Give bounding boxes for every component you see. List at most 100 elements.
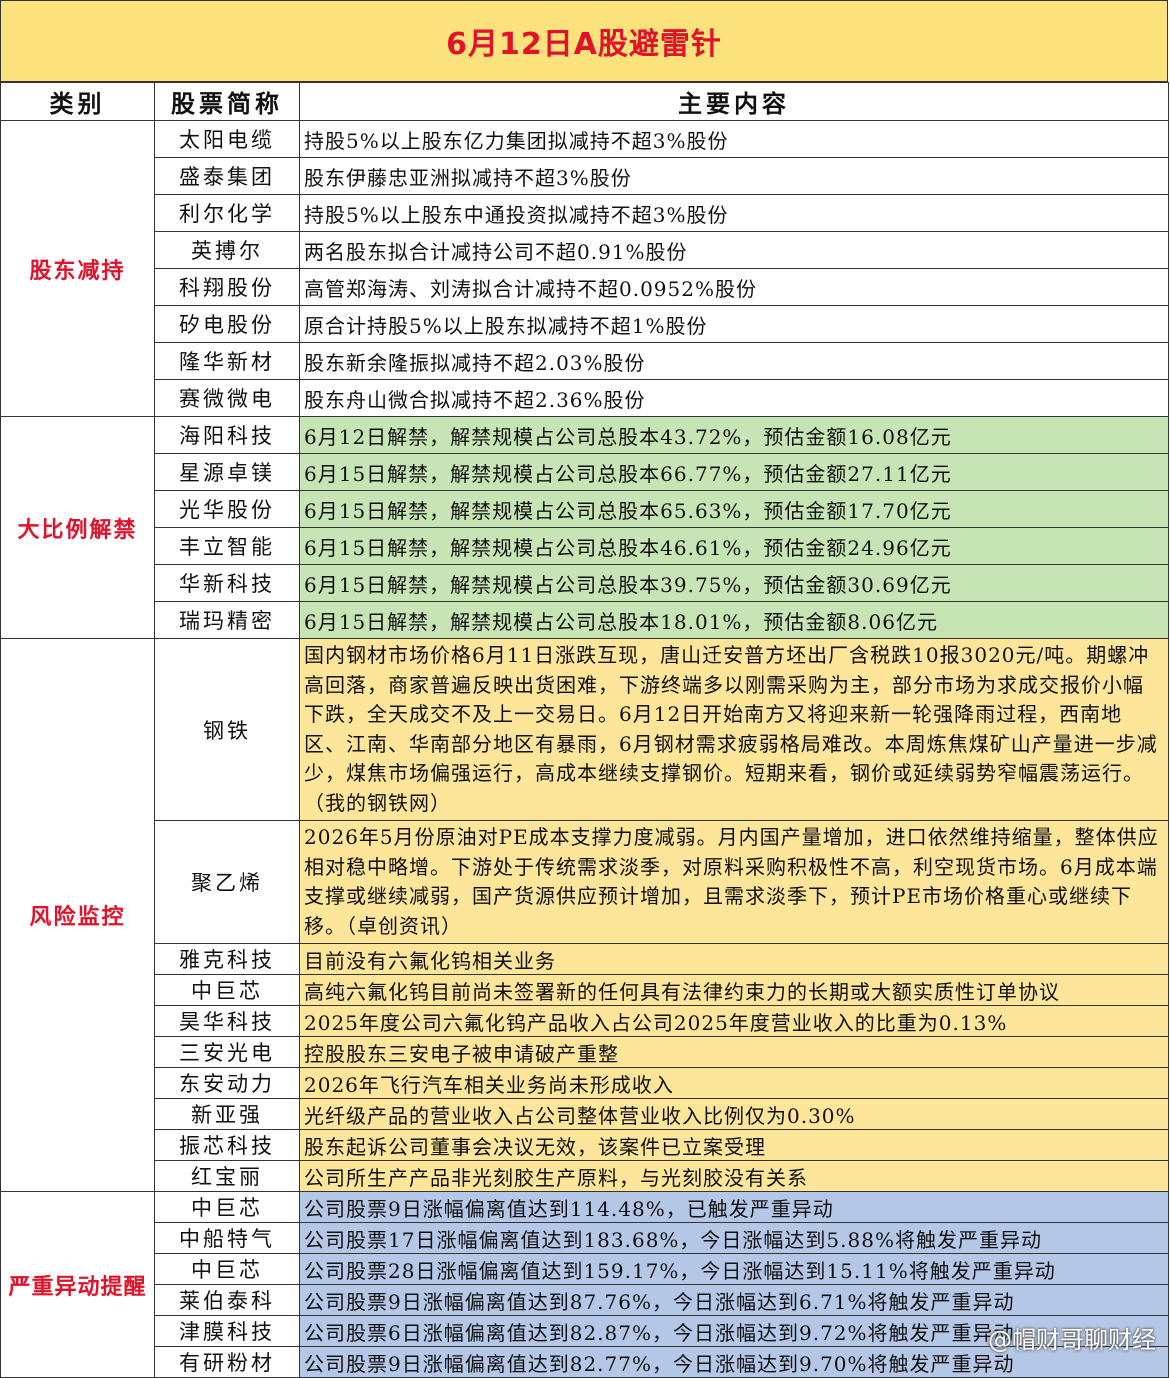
table-row: 矽电股份 原合计持股5%以上股东拟减持不超1%股份 bbox=[1, 305, 1169, 343]
content-cell: 股东新余隆振拟减持不超2.03%股份 bbox=[299, 342, 1169, 380]
content-cell: 股东舟山微合拟减持不超2.36%股份 bbox=[299, 379, 1169, 417]
group-shareholder-reduction: 股东减持 太阳电缆 持股5%以上股东亿力集团拟减持不超3%股份 盛泰集团 股东伊… bbox=[0, 120, 1169, 417]
category-cell: 大比例解禁 bbox=[0, 416, 155, 639]
content-cell: 6月15日解禁，解禁规模占公司总股本66.77%，预估金额27.11亿元 bbox=[299, 453, 1169, 491]
content-cell: 光纤级产品的营业收入占公司整体营业收入比例仅为0.30% bbox=[299, 1098, 1169, 1130]
stock-name: 英搏尔 bbox=[154, 231, 300, 269]
stock-name: 中巨芯 bbox=[154, 974, 300, 1006]
content-cell: 2026年5月份原油对PE成本支撑力度减弱。月内国产量增加，进口依然维持缩量，整… bbox=[299, 820, 1169, 944]
table-row: 盛泰集团 股东伊藤忠亚洲拟减持不超3%股份 bbox=[1, 157, 1169, 195]
category-cell: 严重异动提醒 bbox=[0, 1191, 155, 1378]
stock-name: 科翔股份 bbox=[154, 268, 300, 306]
table-row: 英搏尔 两名股东拟合计减持公司不超0.91%股份 bbox=[1, 231, 1169, 269]
stock-name: 雅克科技 bbox=[154, 943, 300, 975]
table-row: 莱伯泰科 公司股票9日涨幅偏离值达到87.76%，今日涨幅达到6.71%将触发严… bbox=[1, 1284, 1169, 1316]
stock-name: 丰立智能 bbox=[154, 527, 300, 565]
table-row: 股东减持 太阳电缆 持股5%以上股东亿力集团拟减持不超3%股份 bbox=[0, 120, 1169, 417]
stock-name: 海阳科技 bbox=[154, 416, 300, 454]
content-cell: 高纯六氟化钨目前尚未签署新的任何具有法律约束力的长期或大额实质性订单协议 bbox=[299, 974, 1169, 1006]
header-stock: 股票简称 bbox=[154, 82, 300, 121]
page-title: 6月12日A股避雷针 bbox=[446, 27, 722, 62]
table-row: 赛微微电 股东舟山微合拟减持不超2.36%股份 bbox=[1, 379, 1169, 417]
category-cell: 风险监控 bbox=[0, 638, 155, 1192]
table-row: 中巨芯 高纯六氟化钨目前尚未签署新的任何具有法律约束力的长期或大额实质性订单协议 bbox=[1, 974, 1169, 1006]
table-row: 三安光电 控股股东三安电子被申请破产重整 bbox=[1, 1036, 1169, 1068]
stock-name: 盛泰集团 bbox=[154, 157, 300, 195]
table-row: 丰立智能 6月15日解禁，解禁规模占公司总股本46.61%，预估金额24.96亿… bbox=[1, 527, 1169, 565]
table-row: 中船特气 公司股票17日涨幅偏离值达到183.68%，今日涨幅达到5.88%将触… bbox=[1, 1222, 1169, 1254]
stock-name: 赛微微电 bbox=[154, 379, 300, 417]
table-row: 光华股份 6月15日解禁，解禁规模占公司总股本65.63%，预估金额17.70亿… bbox=[1, 490, 1169, 528]
stock-name: 东安动力 bbox=[154, 1067, 300, 1099]
table-row: 聚乙烯 2026年5月份原油对PE成本支撑力度减弱。月内国产量增加，进口依然维持… bbox=[1, 820, 1169, 944]
content-cell: 6月12日解禁，解禁规模占公司总股本43.72%，预估金额16.08亿元 bbox=[299, 416, 1169, 454]
header-category: 类别 bbox=[0, 82, 155, 121]
content-cell: 6月15日解禁，解禁规模占公司总股本39.75%，预估金额30.69亿元 bbox=[299, 564, 1169, 602]
table-row: 科翔股份 高管郑海涛、刘涛拟合计减持不超0.0952%股份 bbox=[1, 268, 1169, 306]
category-cell: 股东减持 bbox=[0, 120, 155, 417]
header-row: 类别 股票简称 主要内容 bbox=[0, 82, 1169, 121]
stock-name: 中巨芯 bbox=[154, 1191, 300, 1223]
content-cell: 2026年飞行汽车相关业务尚未形成收入 bbox=[299, 1067, 1169, 1099]
content-cell: 高管郑海涛、刘涛拟合计减持不超0.0952%股份 bbox=[299, 268, 1169, 306]
stock-name: 津膜科技 bbox=[154, 1315, 300, 1347]
table-row: 严重异动提醒 中巨芯 公司股票9日涨幅偏离值达到114.48%，已触发严重异动 bbox=[0, 1191, 1169, 1378]
content-cell: 公司所生产产品非光刻胶生产原料，与光刻胶没有关系 bbox=[299, 1160, 1169, 1192]
stock-name: 新亚强 bbox=[154, 1098, 300, 1130]
content-cell: 2025年度公司六氟化钨产品收入占公司2025年度营业收入的比重为0.13% bbox=[299, 1005, 1169, 1037]
stock-name: 有研粉材 bbox=[154, 1346, 300, 1378]
table-row: 风险监控 钢铁 国内钢材市场价格6月11日涨跌互现，唐山迁安普方坯出厂含税跌10… bbox=[0, 638, 1169, 1192]
content-cell: 6月15日解禁，解禁规模占公司总股本65.63%，预估金额17.70亿元 bbox=[299, 490, 1169, 528]
stock-name: 三安光电 bbox=[154, 1036, 300, 1068]
content-cell: 国内钢材市场价格6月11日涨跌互现，唐山迁安普方坯出厂含税跌10报3020元/吨… bbox=[299, 638, 1169, 821]
stock-name: 隆华新材 bbox=[154, 342, 300, 380]
table-row: 星源卓镁 6月15日解禁，解禁规模占公司总股本66.77%，预估金额27.11亿… bbox=[1, 453, 1169, 491]
stock-name: 振芯科技 bbox=[154, 1129, 300, 1161]
content-cell: 6月15日解禁，解禁规模占公司总股本18.01%，预估金额8.06亿元 bbox=[299, 601, 1169, 639]
header-content: 主要内容 bbox=[299, 82, 1169, 121]
table-row: 新亚强 光纤级产品的营业收入占公司整体营业收入比例仅为0.30% bbox=[1, 1098, 1169, 1130]
stock-name: 矽电股份 bbox=[154, 305, 300, 343]
content-cell: 原合计持股5%以上股东拟减持不超1%股份 bbox=[299, 305, 1169, 343]
stock-name: 中巨芯 bbox=[154, 1253, 300, 1285]
stock-name: 星源卓镁 bbox=[154, 453, 300, 491]
stock-name: 中船特气 bbox=[154, 1222, 300, 1254]
content-cell: 持股5%以上股东中通投资拟减持不超3%股份 bbox=[299, 194, 1169, 232]
content-cell: 两名股东拟合计减持公司不超0.91%股份 bbox=[299, 231, 1169, 269]
table-row: 昊华科技 2025年度公司六氟化钨产品收入占公司2025年度营业收入的比重为0.… bbox=[1, 1005, 1169, 1037]
table-row: 利尔化学 持股5%以上股东中通投资拟减持不超3%股份 bbox=[1, 194, 1169, 232]
content-cell: 6月15日解禁，解禁规模占公司总股本46.61%，预估金额24.96亿元 bbox=[299, 527, 1169, 565]
title-banner: 6月12日A股避雷针 bbox=[0, 0, 1168, 82]
stock-name: 钢铁 bbox=[154, 638, 300, 821]
stock-name: 光华股份 bbox=[154, 490, 300, 528]
content-cell: 股东起诉公司董事会决议无效，该案件已立案受理 bbox=[299, 1129, 1169, 1161]
stock-name: 昊华科技 bbox=[154, 1005, 300, 1037]
table-row: 大比例解禁 海阳科技 6月12日解禁，解禁规模占公司总股本43.72%，预估金额… bbox=[0, 416, 1169, 639]
content-cell: 目前没有六氟化钨相关业务 bbox=[299, 943, 1169, 975]
stock-name: 红宝丽 bbox=[154, 1160, 300, 1192]
content-cell: 公司股票9日涨幅偏离值达到114.48%，已触发严重异动 bbox=[299, 1191, 1169, 1223]
content-cell: 公司股票9日涨幅偏离值达到87.76%，今日涨幅达到6.71%将触发严重异动 bbox=[299, 1284, 1169, 1316]
content-cell: 公司股票28日涨幅偏离值达到159.17%，今日涨幅达到15.11%将触发严重异… bbox=[299, 1253, 1169, 1285]
alert-table: 类别 股票简称 主要内容 股东减持 太阳电缆 持股5%以上股东亿力集团拟减持不超… bbox=[0, 82, 1169, 1378]
table-row: 雅克科技 目前没有六氟化钨相关业务 bbox=[1, 943, 1169, 975]
table-row: 华新科技 6月15日解禁，解禁规模占公司总股本39.75%，预估金额30.69亿… bbox=[1, 564, 1169, 602]
stock-name: 利尔化学 bbox=[154, 194, 300, 232]
content-cell: 股东伊藤忠亚洲拟减持不超3%股份 bbox=[299, 157, 1169, 195]
stock-name: 莱伯泰科 bbox=[154, 1284, 300, 1316]
content-cell: 公司股票17日涨幅偏离值达到183.68%，今日涨幅达到5.88%将触发严重异动 bbox=[299, 1222, 1169, 1254]
table-row: 隆华新材 股东新余隆振拟减持不超2.03%股份 bbox=[1, 342, 1169, 380]
group-risk-monitor: 风险监控 钢铁 国内钢材市场价格6月11日涨跌互现，唐山迁安普方坯出厂含税跌10… bbox=[0, 638, 1169, 1192]
table-row: 振芯科技 股东起诉公司董事会决议无效，该案件已立案受理 bbox=[1, 1129, 1169, 1161]
table-row: 红宝丽 公司所生产产品非光刻胶生产原料，与光刻胶没有关系 bbox=[1, 1160, 1169, 1192]
content-cell: 持股5%以上股东亿力集团拟减持不超3%股份 bbox=[299, 120, 1169, 158]
table-row: 中巨芯 公司股票28日涨幅偏离值达到159.17%，今日涨幅达到15.11%将触… bbox=[1, 1253, 1169, 1285]
table-row: 瑞玛精密 6月15日解禁，解禁规模占公司总股本18.01%，预估金额8.06亿元 bbox=[1, 601, 1169, 639]
stock-name: 聚乙烯 bbox=[154, 820, 300, 944]
table-row: 东安动力 2026年飞行汽车相关业务尚未形成收入 bbox=[1, 1067, 1169, 1099]
content-cell: 控股股东三安电子被申请破产重整 bbox=[299, 1036, 1169, 1068]
watermark-text: @帽财哥聊财经 bbox=[988, 1326, 1156, 1354]
stock-name: 华新科技 bbox=[154, 564, 300, 602]
stock-name: 太阳电缆 bbox=[154, 120, 300, 158]
group-large-unlock: 大比例解禁 海阳科技 6月12日解禁，解禁规模占公司总股本43.72%，预估金额… bbox=[0, 416, 1169, 639]
